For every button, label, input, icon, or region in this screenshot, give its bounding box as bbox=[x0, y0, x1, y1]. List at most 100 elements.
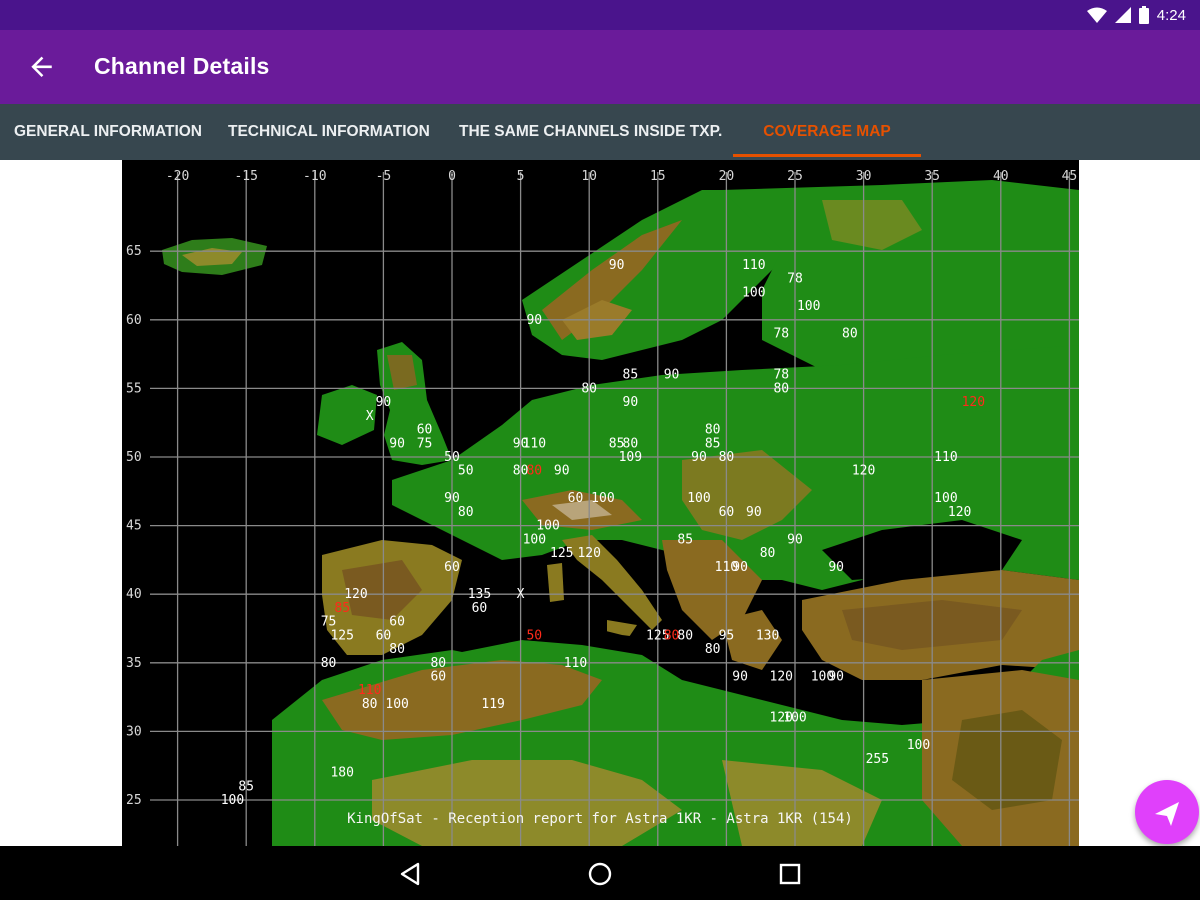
reception-value: 75 bbox=[417, 436, 433, 451]
reception-value: 80 bbox=[773, 381, 789, 396]
coverage-map-svg: -20 -15 -10 -5 0 5 10 15 20 25 30 35 40 45 65 60 55 50 45 4… bbox=[126, 169, 1079, 846]
send-icon bbox=[1155, 802, 1179, 826]
battery-icon bbox=[1138, 6, 1149, 24]
reception-value: 90 bbox=[828, 670, 844, 685]
reception-value: 100 bbox=[907, 738, 930, 753]
tab-same-channels[interactable]: THE SAME CHANNELS INSIDE TXP. bbox=[459, 104, 722, 160]
reception-value: 90 bbox=[691, 450, 707, 465]
longitude-label: -20 bbox=[166, 169, 189, 184]
status-icons: 4:24 bbox=[1086, 5, 1186, 25]
reception-value: 80 bbox=[362, 697, 378, 712]
back-button[interactable] bbox=[24, 50, 60, 86]
navigation-bar bbox=[0, 846, 1200, 900]
reception-value: 90 bbox=[732, 670, 748, 685]
map-caption: KingOfSat - Reception report for Astra 1… bbox=[347, 811, 853, 827]
reception-value: 85 bbox=[623, 368, 639, 383]
reception-value: 80 bbox=[677, 628, 693, 643]
nav-home-button[interactable] bbox=[582, 856, 618, 892]
nav-home-icon bbox=[588, 862, 612, 886]
reception-value: 90 bbox=[746, 505, 762, 520]
reception-value: 85 bbox=[334, 601, 350, 616]
coverage-map[interactable]: -20 -15 -10 -5 0 5 10 15 20 25 30 35 40 45 65 60 55 50 45 4… bbox=[122, 160, 1079, 846]
reception-value: 120 bbox=[962, 395, 985, 410]
reception-value: 90 bbox=[609, 258, 625, 273]
location-marker: X bbox=[366, 409, 374, 424]
page-title: Channel Details bbox=[94, 53, 270, 79]
longitude-label: 45 bbox=[1062, 169, 1078, 184]
app-bar: Channel Details bbox=[0, 30, 1200, 104]
reception-value: 80 bbox=[705, 642, 721, 657]
send-fab-button[interactable] bbox=[1135, 780, 1199, 844]
reception-value: 80 bbox=[526, 464, 542, 479]
longitude-label: 5 bbox=[517, 169, 525, 184]
reception-value: 109 bbox=[619, 450, 642, 465]
reception-value: 80 bbox=[719, 450, 735, 465]
reception-value: 120 bbox=[577, 546, 600, 561]
reception-value: 120 bbox=[948, 505, 971, 520]
latitude-label: 40 bbox=[126, 587, 142, 602]
longitude-label: 15 bbox=[650, 169, 666, 184]
reception-value: 80 bbox=[842, 327, 858, 342]
reception-value: 100 bbox=[591, 491, 614, 506]
reception-value: 90 bbox=[376, 395, 392, 410]
reception-value: 125 bbox=[550, 546, 573, 561]
reception-value: 60 bbox=[389, 615, 405, 630]
reception-value: 90 bbox=[828, 560, 844, 575]
signal-icon bbox=[1114, 7, 1131, 23]
reception-value: 90 bbox=[526, 313, 542, 328]
longitude-label: 10 bbox=[581, 169, 597, 184]
reception-value: 90 bbox=[623, 395, 639, 410]
reception-value: 85 bbox=[677, 532, 693, 547]
reception-value: 80 bbox=[321, 656, 337, 671]
wifi-icon bbox=[1086, 7, 1107, 23]
reception-value: 110 bbox=[564, 656, 587, 671]
nav-recents-icon bbox=[779, 863, 801, 885]
tab-bar: GENERAL INFORMATION TECHNICAL INFORMATIO… bbox=[0, 104, 1200, 160]
longitude-label: 30 bbox=[856, 169, 872, 184]
tab-general-information[interactable]: GENERAL INFORMATION bbox=[14, 104, 202, 160]
nav-back-button[interactable] bbox=[392, 856, 428, 892]
longitude-label: 20 bbox=[719, 169, 735, 184]
location-marker: X bbox=[517, 587, 525, 602]
reception-value: 100 bbox=[797, 299, 820, 314]
reception-value: 90 bbox=[787, 532, 803, 547]
longitude-label: -15 bbox=[234, 169, 257, 184]
latitude-label: 55 bbox=[126, 381, 142, 396]
reception-value: 78 bbox=[773, 327, 789, 342]
terrain-layer bbox=[162, 180, 1079, 846]
reception-value: 80 bbox=[581, 381, 597, 396]
latitude-label: 45 bbox=[126, 519, 142, 534]
reception-value: 125 bbox=[330, 628, 353, 643]
reception-value: 95 bbox=[719, 628, 735, 643]
latitude-label: 60 bbox=[126, 313, 142, 328]
reception-value: 180 bbox=[330, 766, 353, 781]
reception-value: 100 bbox=[742, 285, 765, 300]
nav-recents-button[interactable] bbox=[772, 856, 808, 892]
longitude-label: -10 bbox=[303, 169, 326, 184]
reception-value: 119 bbox=[481, 697, 504, 712]
reception-value: 80 bbox=[458, 505, 474, 520]
latitude-label: 50 bbox=[126, 450, 142, 465]
reception-value: 110 bbox=[934, 450, 957, 465]
reception-value: 90 bbox=[732, 560, 748, 575]
reception-value: 100 bbox=[687, 491, 710, 506]
tab-indicator bbox=[733, 154, 921, 157]
reception-value: 110 bbox=[742, 258, 765, 273]
reception-value: 100 bbox=[523, 532, 546, 547]
tab-technical-information[interactable]: TECHNICAL INFORMATION bbox=[228, 104, 430, 160]
reception-value: 100 bbox=[783, 711, 806, 726]
reception-value: 60 bbox=[568, 491, 584, 506]
status-bar: 4:24 bbox=[0, 0, 1200, 30]
reception-value: 60 bbox=[719, 505, 735, 520]
tab-coverage-map[interactable]: COVERAGE MAP bbox=[733, 104, 921, 160]
reception-value: 100 bbox=[385, 697, 408, 712]
status-time: 4:24 bbox=[1156, 6, 1186, 24]
reception-value: 90 bbox=[554, 464, 570, 479]
longitude-label: 35 bbox=[924, 169, 940, 184]
reception-value: 78 bbox=[787, 272, 803, 287]
latitude-label: 25 bbox=[126, 793, 142, 808]
latitude-label: 65 bbox=[126, 244, 142, 259]
reception-value: 60 bbox=[472, 601, 488, 616]
arrow-back-icon bbox=[31, 56, 52, 77]
longitude-label: -5 bbox=[376, 169, 392, 184]
